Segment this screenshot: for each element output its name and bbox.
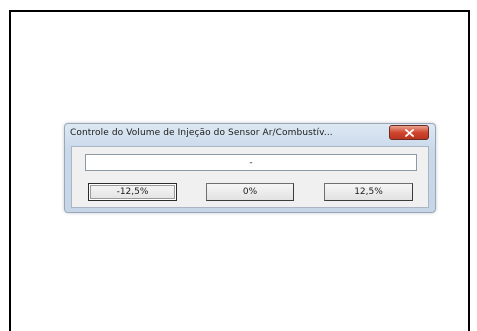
close-x-icon [404,128,414,137]
volume-value-field: - [85,154,417,171]
minus-12-5-button[interactable]: -12,5% [88,183,177,201]
dialog-client-area: - -12,5% 0% 12,5% [71,146,429,208]
close-button[interactable] [389,125,429,140]
dialog-titlebar[interactable]: Controle do Volume de Injeção do Sensor … [65,124,435,145]
zero-percent-button[interactable]: 0% [206,183,294,201]
injection-volume-dialog: Controle do Volume de Injeção do Sensor … [64,123,436,213]
volume-value-text: - [249,157,253,168]
dialog-title: Controle do Volume de Injeção do Sensor … [70,128,333,138]
plus-12-5-button[interactable]: 12,5% [324,183,413,201]
